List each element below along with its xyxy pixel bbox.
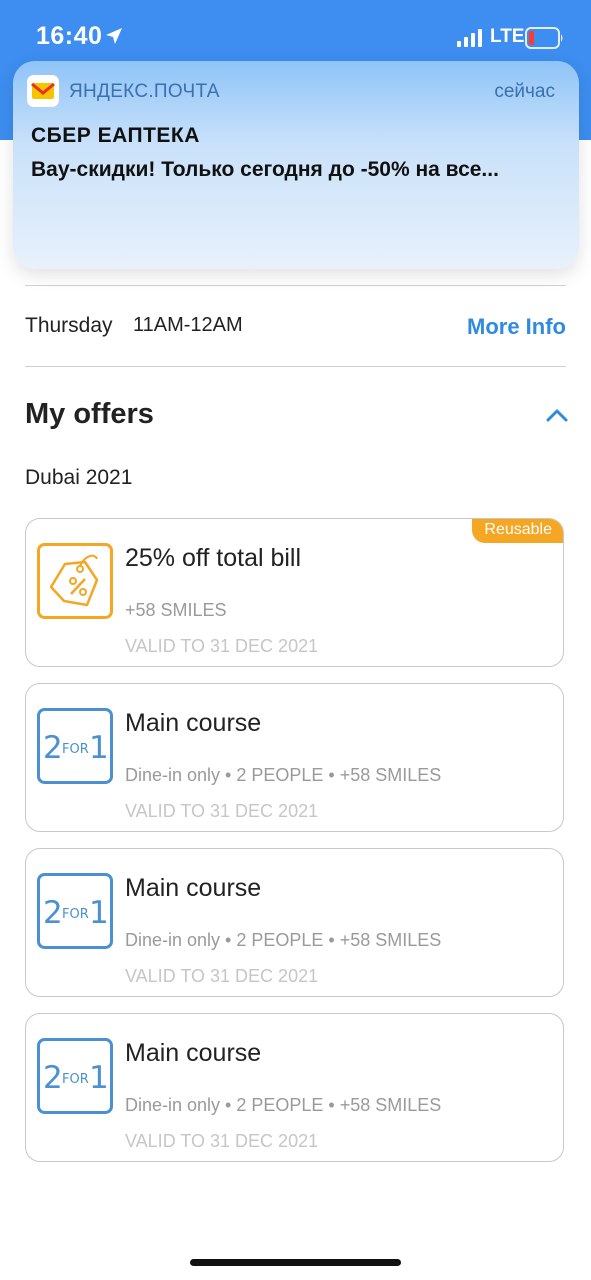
signal-bars-icon (457, 29, 482, 47)
hours-day: Thursday (25, 314, 113, 337)
status-time: 16:40 (36, 22, 103, 50)
offer-validity: VALID TO 31 DEC 2021 (125, 966, 319, 986)
divider (25, 366, 566, 367)
svg-text:FOR: FOR (62, 907, 89, 922)
offer-card[interactable]: 25% off total bill +58 SMILES VALID TO 3… (25, 518, 564, 667)
offer-validity: VALID TO 31 DEC 2021 (125, 1131, 319, 1151)
offer-validity: VALID TO 31 DEC 2021 (125, 636, 319, 656)
chevron-up-icon[interactable] (545, 407, 569, 423)
offer-card[interactable]: 2 FOR 1 Main course Dine-in only • 2 PEO… (25, 683, 564, 832)
battery-low-icon (525, 27, 563, 49)
notification-title: СБЕР ЕАПТЕКА (31, 124, 200, 147)
divider (25, 285, 566, 286)
reusable-badge: Reusable (472, 519, 563, 543)
home-indicator[interactable] (190, 1259, 401, 1266)
offer-meta: Dine-in only • 2 PEOPLE • +58 SMILES (125, 1095, 442, 1115)
more-info-link[interactable]: More Info (467, 314, 566, 340)
percent-tag-icon (37, 543, 113, 619)
svg-text:2: 2 (43, 1060, 63, 1096)
two-for-one-icon: 2 FOR 1 (37, 1038, 113, 1114)
svg-text:2: 2 (43, 730, 63, 766)
section-title: My offers (25, 398, 154, 430)
notification-body: Вау-скидки! Только сегодня до -50% на вс… (31, 158, 499, 181)
offer-title: Main course (125, 874, 262, 902)
offer-title: Main course (125, 709, 262, 737)
offers-group-label: Dubai 2021 (25, 466, 133, 489)
push-notification[interactable]: ЯНДЕКС.ПОЧТА сейчас СБЕР ЕАПТЕКА Вау-ски… (13, 61, 579, 269)
offer-title: 25% off total bill (125, 544, 302, 572)
svg-text:FOR: FOR (62, 742, 89, 757)
notification-time: сейчас (494, 81, 555, 102)
hours-time: 11AM-12AM (133, 314, 243, 336)
offer-meta: Dine-in only • 2 PEOPLE • +58 SMILES (125, 930, 442, 950)
notification-app-name: ЯНДЕКС.ПОЧТА (69, 81, 220, 102)
svg-text:1: 1 (89, 730, 109, 766)
svg-text:FOR: FOR (62, 1072, 89, 1087)
offer-card[interactable]: 2 FOR 1 Main course Dine-in only • 2 PEO… (25, 1013, 564, 1162)
two-for-one-icon: 2 FOR 1 (37, 708, 113, 784)
svg-text:2: 2 (43, 895, 63, 931)
offer-validity: VALID TO 31 DEC 2021 (125, 801, 319, 821)
location-arrow-icon (106, 28, 122, 44)
offer-title: Main course (125, 1039, 262, 1067)
offer-meta: Dine-in only • 2 PEOPLE • +58 SMILES (125, 765, 442, 785)
svg-text:1: 1 (89, 1060, 109, 1096)
offer-meta: +58 SMILES (125, 600, 227, 620)
svg-text:1: 1 (89, 895, 109, 931)
offer-card[interactable]: 2 FOR 1 Main course Dine-in only • 2 PEO… (25, 848, 564, 997)
network-label: LTE (490, 26, 525, 47)
yandex-mail-app-icon (27, 75, 59, 107)
two-for-one-icon: 2 FOR 1 (37, 873, 113, 949)
